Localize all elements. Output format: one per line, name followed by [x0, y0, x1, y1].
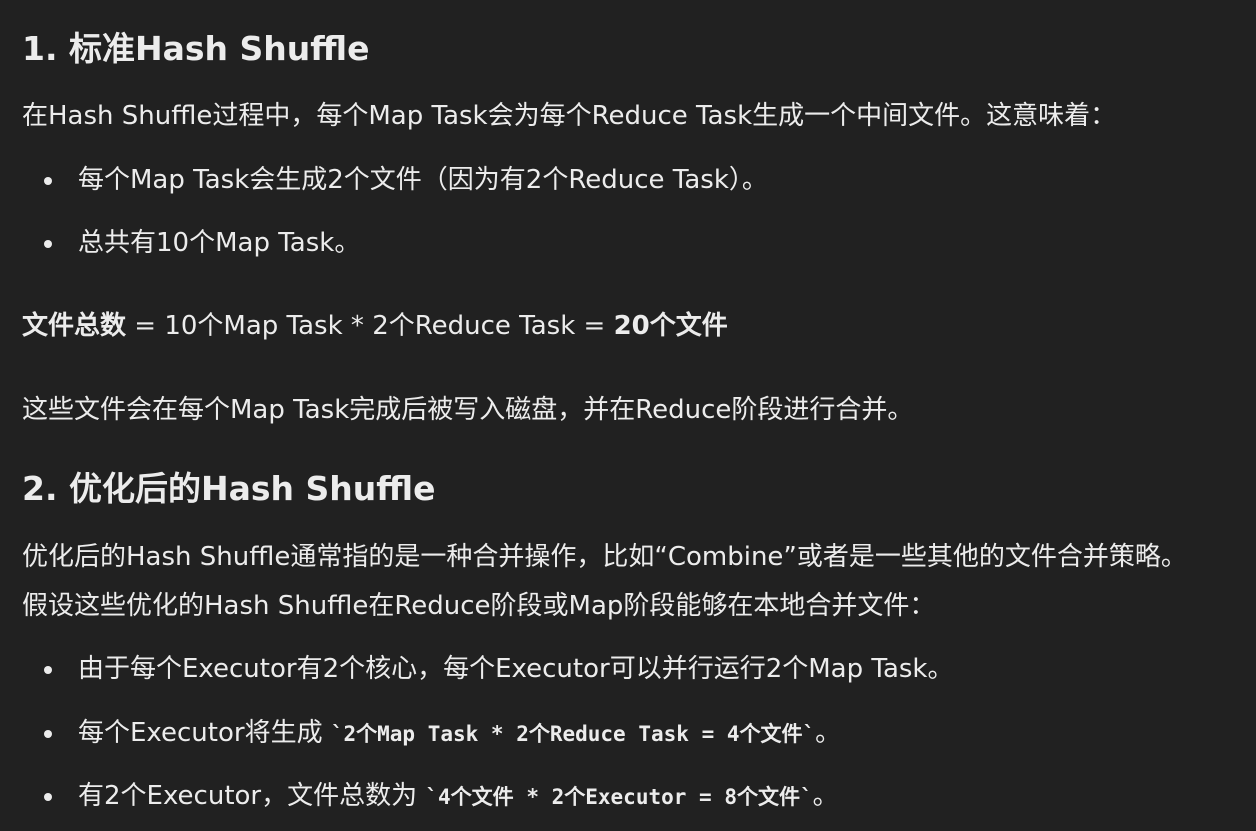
list-item: 总共有10个Map Task。	[44, 226, 361, 260]
total-label: 文件总数	[22, 311, 127, 341]
list-item: 由于每个Executor有2个核心，每个Executor可以并行运行2个Map …	[44, 652, 954, 686]
list-item-text: 总共有10个Map Task。	[78, 228, 361, 258]
list-item-text: 有2个Executor，文件总数为	[78, 781, 426, 811]
section2-intro-line2: 假设这些优化的Hash Shuffle在Reduce阶段或Map阶段能够在本地合…	[22, 591, 936, 621]
bullet-dot	[44, 666, 52, 674]
section2-intro-line1: 优化后的Hash Shuffle通常指的是一种合并操作，比如“Combine”或…	[22, 542, 1187, 572]
section1-heading: 1. 标准Hash Shuffle	[22, 29, 370, 68]
bullet-dot	[44, 177, 52, 185]
document: 1. 标准Hash Shuffle 在Hash Shuffle过程中，每个Map…	[0, 0, 1256, 831]
section2-heading: 2. 优化后的Hash Shuffle	[22, 469, 436, 508]
list-item-text: 每个Map Task会生成2个文件（因为有2个Reduce Task）。	[78, 165, 768, 195]
inline-code: `4个文件 * 2个Executor = 8个文件`	[425, 785, 813, 809]
total-files-line: 文件总数 = 10个Map Task * 2个Reduce Task = 20个…	[22, 309, 728, 343]
list-item-text: 由于每个Executor有2个核心，每个Executor可以并行运行2个Map …	[78, 654, 954, 684]
list-item-suffix: 。	[815, 718, 842, 748]
list-item: 每个Map Task会生成2个文件（因为有2个Reduce Task）。	[44, 163, 768, 197]
total-expression: = 10个Map Task * 2个Reduce Task =	[126, 311, 614, 341]
inline-code: `2个Map Task * 2个Reduce Task = 4个文件`	[330, 722, 816, 746]
list-item: 有2个Executor，文件总数为 `4个文件 * 2个Executor = 8…	[44, 779, 839, 814]
total-result: 20个文件	[613, 311, 728, 341]
bullet-dot	[44, 240, 52, 248]
list-item-suffix: 。	[812, 781, 839, 811]
bullet-dot	[44, 730, 52, 738]
section1-intro: 在Hash Shuffle过程中，每个Map Task会为每个Reduce Ta…	[22, 101, 1117, 131]
section1-closing: 这些文件会在每个Map Task完成后被写入磁盘，并在Reduce阶段进行合并。	[22, 395, 914, 425]
list-item: 每个Executor将生成 `2个Map Task * 2个Reduce Tas…	[44, 716, 842, 751]
bullet-dot	[44, 793, 52, 801]
list-item-text: 每个Executor将生成	[78, 718, 331, 748]
